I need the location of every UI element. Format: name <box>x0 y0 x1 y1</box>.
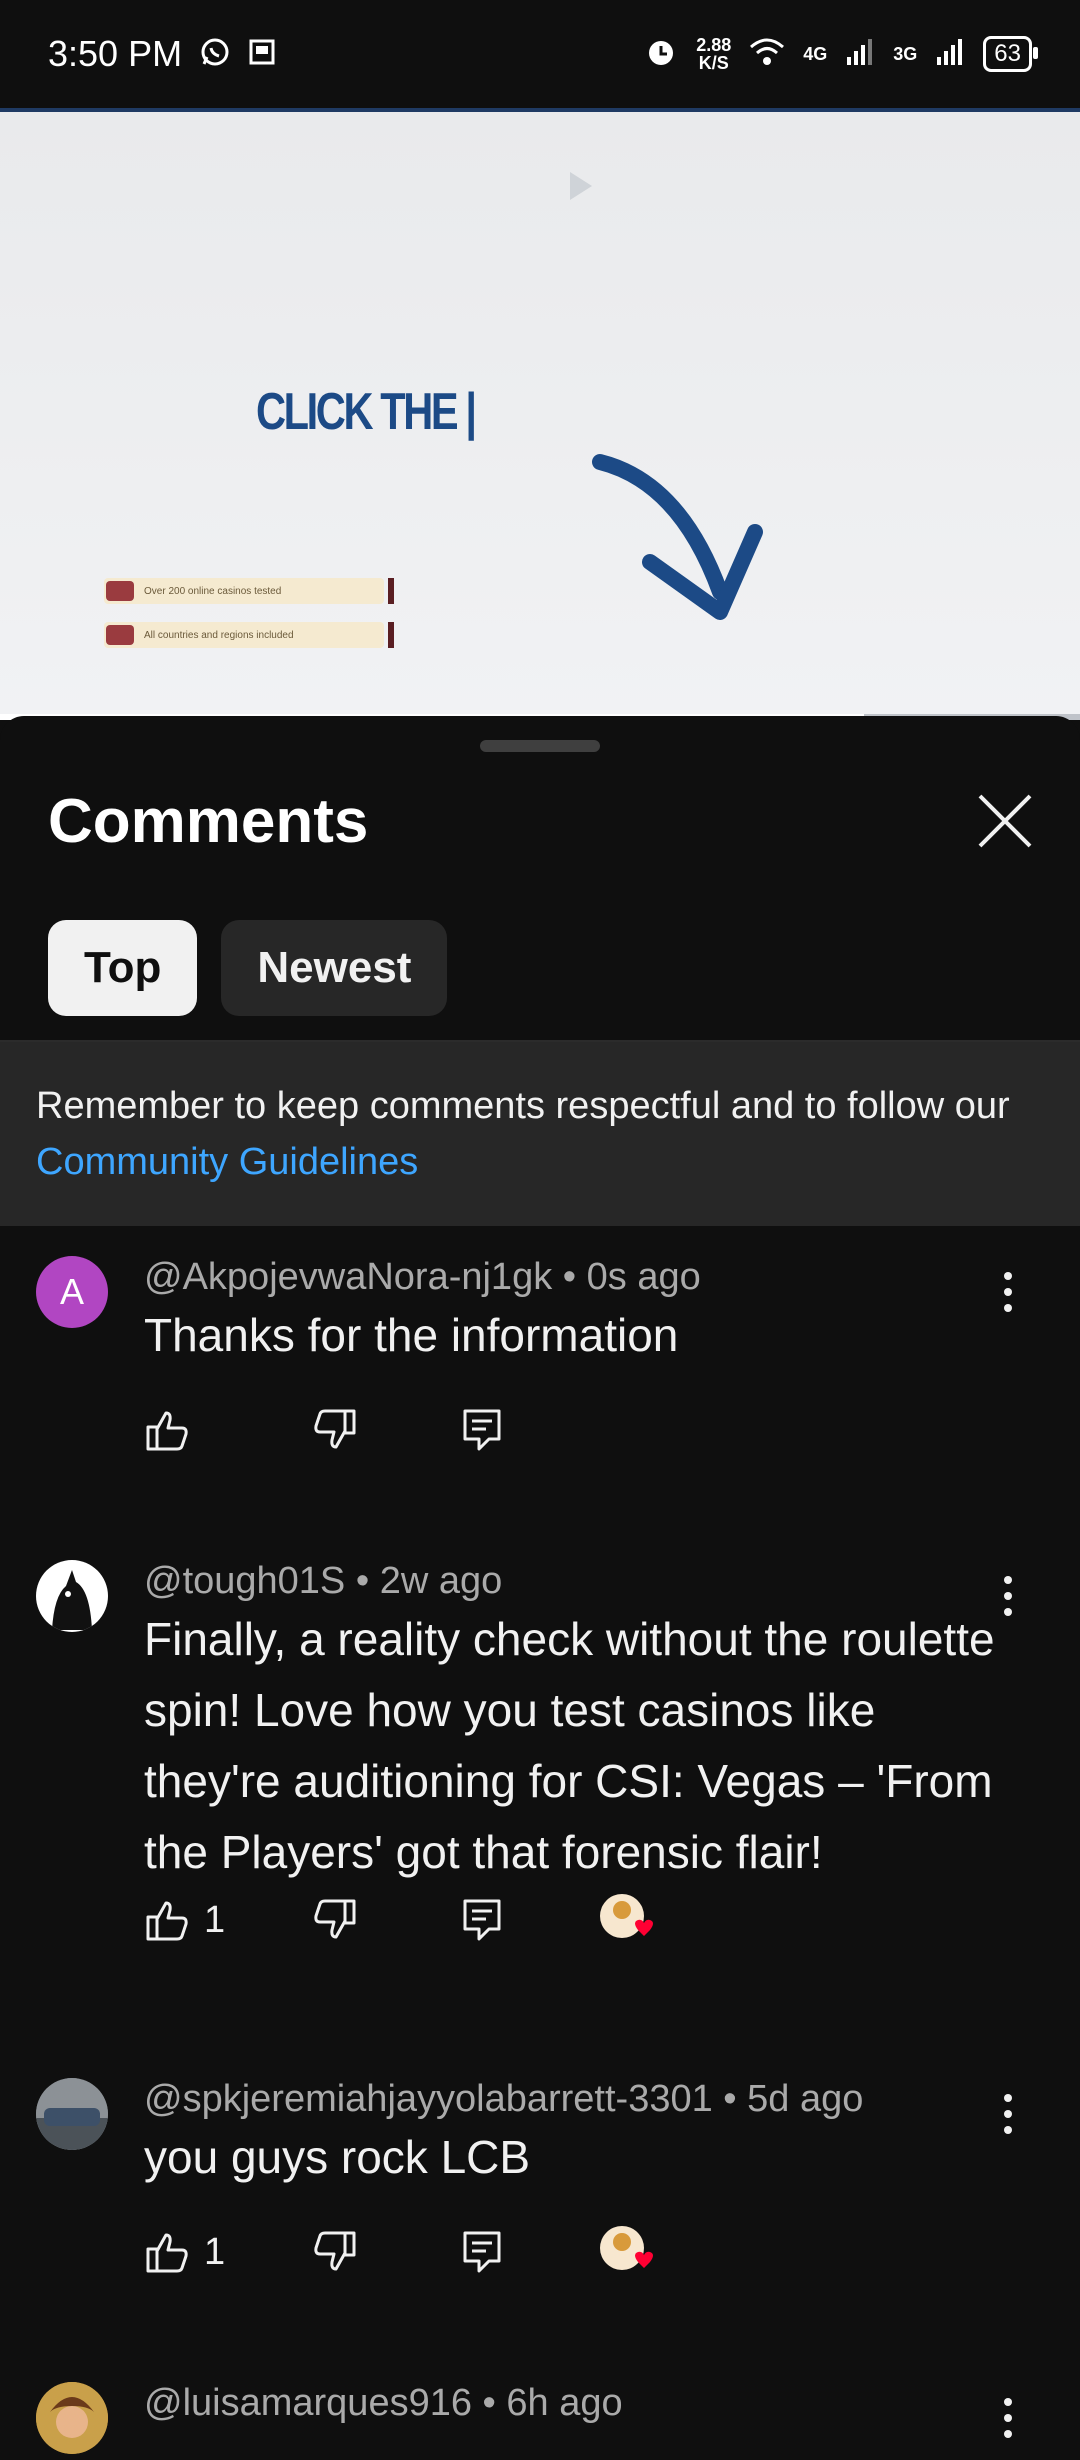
tab-top[interactable]: Top <box>48 920 198 1016</box>
dislike-button[interactable] <box>312 1897 462 1943</box>
sim1-label: 4G <box>803 44 828 64</box>
creator-heart-icon <box>600 1894 653 1938</box>
comment-meta: @luisamarques916 • 6h ago <box>144 2382 623 2424</box>
comment-time: 2w ago <box>379 1560 503 1602</box>
video-chip: All countries and regions included <box>104 622 394 648</box>
battery-icon: 63 <box>983 36 1038 72</box>
video-chip: Over 200 online casinos tested <box>104 578 394 604</box>
reply-icon[interactable] <box>462 2230 502 2274</box>
avatar[interactable]: A <box>36 1256 108 1328</box>
sim2-label: 3G <box>893 44 918 64</box>
like-count: 1 <box>204 2230 226 2273</box>
like-count: 1 <box>204 1898 226 1941</box>
avatar-image <box>52 1570 92 1630</box>
comment-author[interactable]: @spkjeremiahjayyolabarrett-3301 <box>144 2078 713 2120</box>
reply-icon[interactable] <box>462 1408 502 1452</box>
whatsapp-icon <box>200 37 230 72</box>
community-guidelines-link[interactable]: Community Guidelines <box>36 1141 418 1183</box>
reply-button[interactable] <box>462 2230 598 2274</box>
comment-meta: @spkjeremiahjayyolabarrett-3301 • 5d ago <box>144 2078 864 2120</box>
avatar[interactable] <box>36 1560 108 1632</box>
reply-button[interactable] <box>462 1898 598 1942</box>
comment-text: Finally, a reality check without the rou… <box>144 1613 995 1878</box>
avatar-image <box>36 2382 108 2454</box>
tab-newest[interactable]: Newest <box>221 920 448 1016</box>
comment-meta: @AkpojevwaNora-nj1gk • 0s ago <box>144 1256 701 1298</box>
comment-author[interactable]: @AkpojevwaNora-nj1gk <box>144 1256 552 1298</box>
comment-author[interactable]: @tough01S <box>144 1560 345 1602</box>
comment-time: 5d ago <box>747 2078 864 2120</box>
dislike-button[interactable] <box>312 2229 462 2275</box>
play-icon[interactable] <box>570 172 592 200</box>
thumbs-up-icon[interactable] <box>144 2229 190 2275</box>
comment-actions: 1 <box>144 2224 654 2280</box>
video-player[interactable]: CLICK THE | Over 200 online casinos test… <box>0 108 1080 720</box>
arrow-down-right-icon <box>592 454 763 620</box>
alarm-icon <box>644 35 678 74</box>
comments-sheet: Comments Top Newest Remember to keep com… <box>0 716 1080 2460</box>
close-icon[interactable] <box>974 790 1036 852</box>
comment-actions <box>144 1402 502 1458</box>
thumbs-down-icon[interactable] <box>312 2229 358 2275</box>
comment-text: Thanks for the information <box>144 1309 679 1361</box>
notice-text: Remember to keep comments respectful and… <box>36 1085 1010 1127</box>
comment-text: you guys rock LCB <box>144 2131 531 2183</box>
like-button[interactable]: 1 <box>144 2229 312 2275</box>
thumbs-up-icon[interactable] <box>144 1407 190 1453</box>
like-button[interactable]: 1 <box>144 1897 312 1943</box>
comments-title: Comments <box>48 787 369 856</box>
comment-meta: @tough01S • 2w ago <box>144 1560 503 1602</box>
guidelines-notice: Remember to keep comments respectful and… <box>0 1042 1080 1226</box>
video-overlay-text: CLICK THE | <box>256 383 477 441</box>
comment-actions: 1 <box>144 1892 654 1948</box>
like-button[interactable] <box>144 1407 312 1453</box>
status-bar: 3:50 PM 2.88 K/S 4G 3G 63 <box>0 0 1080 108</box>
drag-handle[interactable] <box>480 740 600 752</box>
status-time: 3:50 PM <box>48 33 183 74</box>
close-button[interactable] <box>974 790 1036 852</box>
comment-author[interactable]: @luisamarques916 <box>144 2382 472 2424</box>
avatar-image <box>36 2078 108 2150</box>
signal-icon <box>845 37 875 72</box>
avatar[interactable] <box>36 2078 108 2150</box>
signal-icon <box>935 37 965 72</box>
thumbs-down-icon[interactable] <box>312 1897 358 1943</box>
gallery-notification-icon <box>248 38 276 71</box>
reply-button[interactable] <box>462 1408 502 1452</box>
thumbs-up-icon[interactable] <box>144 1897 190 1943</box>
creator-heart-badge <box>598 2224 654 2280</box>
sort-tabs: Top Newest <box>48 920 448 1016</box>
more-options-button[interactable] <box>996 2388 1020 2448</box>
comment-time: 6h ago <box>506 2382 623 2424</box>
thumbs-down-icon[interactable] <box>312 1407 358 1453</box>
dislike-button[interactable] <box>312 1407 462 1453</box>
wifi-icon <box>749 37 785 72</box>
reply-icon[interactable] <box>462 1898 502 1942</box>
creator-heart-icon <box>600 2226 653 2270</box>
avatar[interactable] <box>36 2382 108 2454</box>
creator-heart-badge <box>598 1892 654 1948</box>
network-speed: 2.88 K/S <box>696 35 732 73</box>
comment-time: 0s ago <box>586 1256 701 1298</box>
